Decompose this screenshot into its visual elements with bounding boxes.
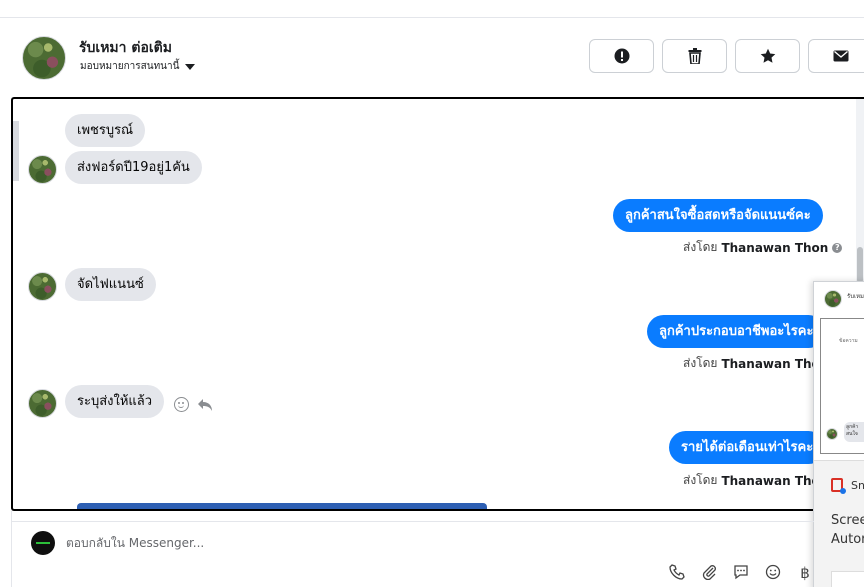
incoming-message[interactable]: จัดไฟแนนซ์ — [65, 268, 156, 301]
preview-bubble: ลูกค้าสนใจ — [844, 422, 864, 442]
outgoing-message[interactable]: ลูกค้าสนใจซื้อสดหรือจัดแนนซ์คะ — [613, 199, 823, 232]
contact-message-avatar — [28, 389, 57, 418]
caret-down-icon — [185, 63, 196, 70]
star-icon — [760, 48, 775, 63]
left-scroll-indicator — [13, 121, 19, 181]
snipping-tool-row[interactable]: Sn — [831, 478, 864, 494]
preview-line: ข้อความ — [839, 338, 858, 344]
sent-by-label: ส่งโดย Thanawan Thon ? — [683, 238, 843, 257]
inbox-page: รับเหมา ต่อเติม มอบหมายการสนทนานี้ ! — [0, 0, 864, 587]
preview-name: รับเหมา — [847, 293, 864, 300]
incoming-message[interactable]: ระบุส่งให้แล้ว — [65, 385, 165, 418]
exclamation-circle-icon — [614, 48, 629, 64]
reply-arrow-icon[interactable] — [197, 398, 213, 412]
sent-by-prefix: ส่งโดย — [683, 356, 718, 370]
sent-by-prefix: ส่งโดย — [683, 473, 718, 487]
composer-border — [11, 511, 12, 587]
conversation-actions: ! — [589, 39, 864, 73]
composer-divider — [11, 521, 814, 522]
sent-by-label: ส่งโดย Thanawan Thon — [683, 354, 828, 373]
message-tools — [174, 397, 213, 412]
spam-button[interactable] — [589, 39, 654, 73]
contact-message-avatar — [28, 272, 57, 301]
trash-icon — [688, 48, 701, 64]
preview-small-avatar — [826, 428, 838, 440]
reply-composer: ฿ — [11, 511, 864, 587]
sent-by-prefix: ส่งโดย — [683, 240, 718, 254]
incoming-message[interactable]: เพชรบูรณ์ — [65, 114, 146, 147]
page-avatar — [31, 531, 55, 555]
contact-name[interactable]: รับเหมา ต่อเติม — [79, 37, 172, 59]
react-smiley-icon[interactable] — [174, 397, 189, 412]
call-icon[interactable] — [667, 564, 687, 584]
contact-avatar[interactable] — [22, 36, 66, 80]
snipping-tool-icon — [831, 478, 846, 494]
conversation-header: รับเหมา ต่อเติม มอบหมายการสนทนานี้ ! — [0, 18, 864, 98]
star-button[interactable] — [735, 39, 800, 73]
sent-by-agent: Thanawan Thon — [721, 240, 829, 255]
preview-avatar — [824, 290, 842, 308]
composer-tools: ฿ — [667, 564, 815, 584]
outgoing-message[interactable]: รายได้ต่อเดือนเท่าไรคะ — [669, 431, 826, 464]
snipping-tool-label: Sn — [851, 478, 864, 492]
sent-by-label: ส่งโดย Thanawan Thon — [683, 471, 828, 490]
partial-message-bubble[interactable] — [77, 503, 487, 509]
emoji-icon[interactable] — [763, 564, 783, 584]
incoming-message[interactable]: ส่งฟอร์ดปี19อยู่1คัน — [65, 151, 202, 184]
top-strip — [0, 0, 864, 18]
help-icon[interactable]: ? — [832, 242, 843, 253]
saved-replies-icon[interactable] — [731, 564, 751, 584]
reply-input[interactable] — [66, 536, 766, 550]
scrollbar-thumb[interactable] — [857, 247, 863, 283]
attachment-icon[interactable] — [699, 564, 719, 584]
message-thread[interactable]: เพชรบูรณ์ ส่งฟอร์ดปี19อยู่1คัน ลูกค้าสนใ… — [11, 97, 864, 511]
assign-label: มอบหมายการสนทนานี้ — [80, 61, 180, 72]
outgoing-message[interactable]: ลูกค้าประกอบอาชีพอะไรคะ — [647, 315, 826, 348]
contact-message-avatar — [28, 155, 57, 184]
mark-unread-button[interactable] — [808, 39, 864, 73]
payment-baht-icon[interactable]: ฿ — [795, 564, 815, 584]
assign-conversation-dropdown[interactable]: มอบหมายการสนทนานี้ — [80, 59, 196, 74]
delete-button[interactable] — [662, 39, 727, 73]
envelope-icon — [833, 50, 848, 62]
